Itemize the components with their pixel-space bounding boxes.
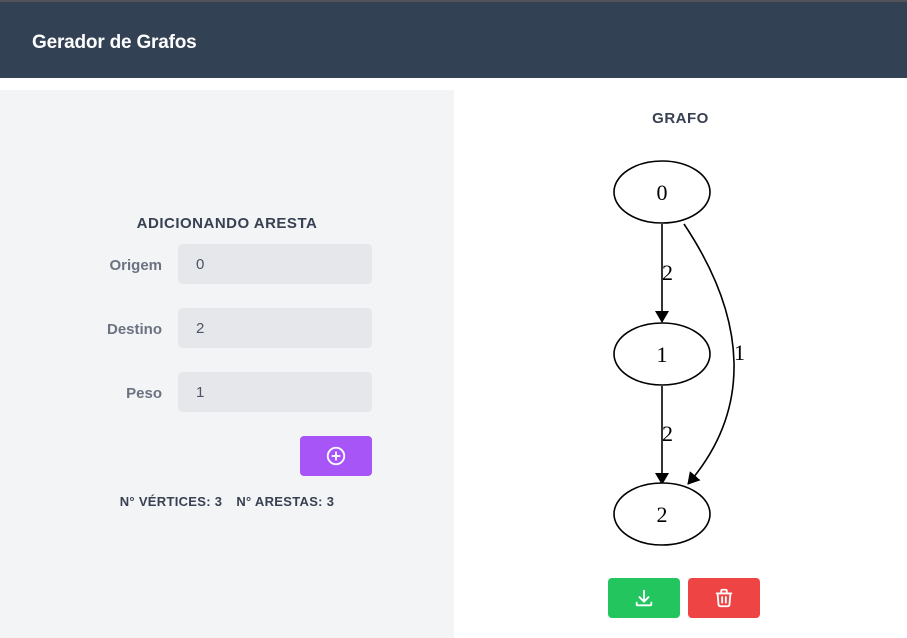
origin-input[interactable] <box>178 244 372 284</box>
graph-title: GRAFO <box>652 110 709 127</box>
trash-icon <box>715 588 733 608</box>
node-label: 2 <box>657 502 668 527</box>
add-edge-button[interactable] <box>300 436 372 476</box>
edge-0-1: 2 <box>655 224 673 323</box>
node-label: 1 <box>657 342 668 367</box>
graph-node: 2 <box>613 482 711 546</box>
graph-stats: N° VÉRTICES: 3 N° ARESTAS: 3 <box>0 494 454 509</box>
delete-button[interactable] <box>688 578 760 618</box>
download-button[interactable] <box>608 578 680 618</box>
weight-input[interactable] <box>178 372 372 412</box>
form-title: ADICIONANDO ARESTA <box>136 215 318 232</box>
graph-canvas: 2 2 1 0 1 2 <box>613 160 745 546</box>
download-icon <box>635 589 653 607</box>
destination-label: Destino <box>106 321 162 338</box>
edge-weight-label: 2 <box>662 421 673 446</box>
destination-input[interactable] <box>178 308 372 348</box>
edge-count: N° ARESTAS: 3 <box>236 494 335 509</box>
app-title: Gerador de Grafos <box>32 32 197 53</box>
plus-circle-icon <box>326 446 346 466</box>
node-label: 0 <box>657 180 668 205</box>
edge-weight-label: 2 <box>662 260 673 285</box>
edge-1-2: 2 <box>655 386 673 485</box>
origin-label: Origem <box>109 257 162 274</box>
weight-label: Peso <box>126 385 162 402</box>
graph-node: 0 <box>613 160 711 224</box>
app-header: Gerador de Grafos <box>0 0 907 78</box>
vertex-count: N° VÉRTICES: 3 <box>119 494 223 509</box>
edge-weight-label: 1 <box>734 340 745 365</box>
graph-node: 1 <box>613 322 711 386</box>
edge-form-panel: ADICIONANDO ARESTA Origem Destino Peso N… <box>0 90 454 638</box>
